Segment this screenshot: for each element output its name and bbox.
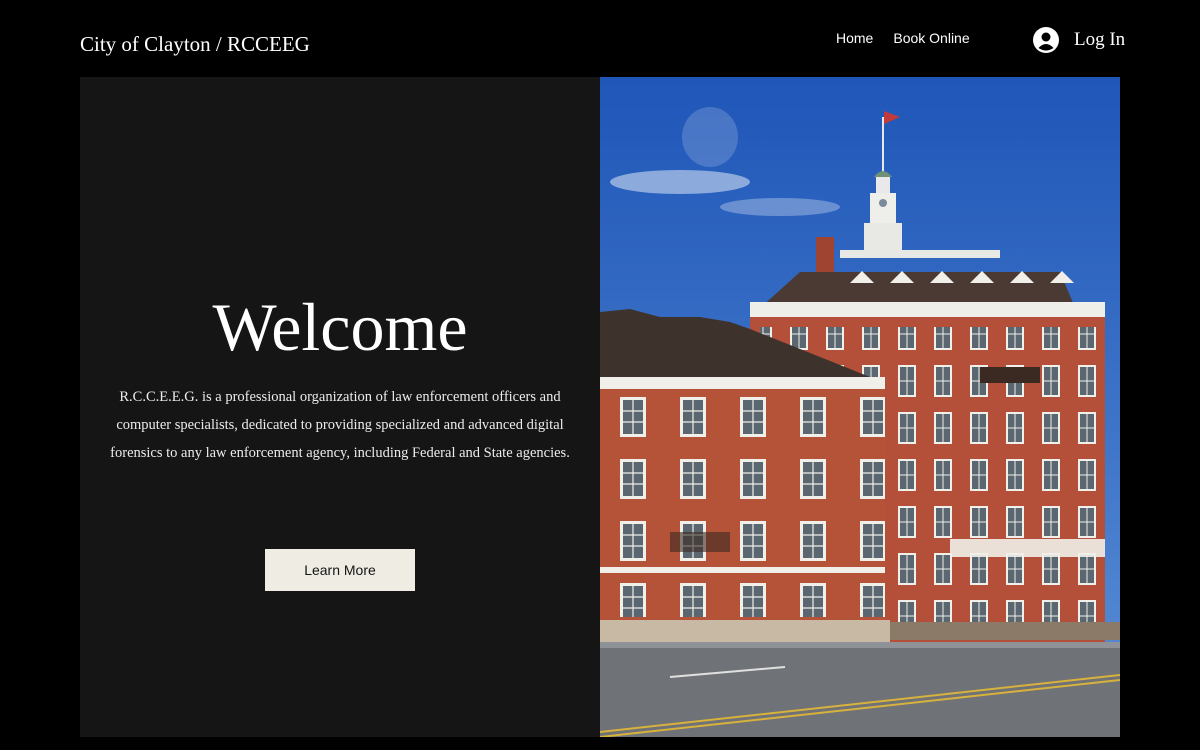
brick-building-photo: [600, 77, 1120, 737]
user-avatar-icon: [1033, 27, 1059, 53]
site-title[interactable]: City of Clayton / RCCEEG: [80, 32, 310, 57]
hero-image-panel: [600, 77, 1120, 737]
main-nav: Home Book Online: [836, 30, 970, 46]
login-button[interactable]: Log In: [1032, 26, 1125, 54]
hero-text-panel: Welcome R.C.C.E.E.G. is a professional o…: [80, 77, 600, 737]
hero-title: Welcome: [212, 289, 468, 365]
learn-more-button[interactable]: Learn More: [265, 549, 415, 591]
nav-book-online-link[interactable]: Book Online: [893, 30, 969, 46]
nav-home-link[interactable]: Home: [836, 30, 873, 46]
hero-description: R.C.C.E.E.G. is a professional organizat…: [110, 389, 570, 461]
login-label: Log In: [1074, 29, 1126, 50]
